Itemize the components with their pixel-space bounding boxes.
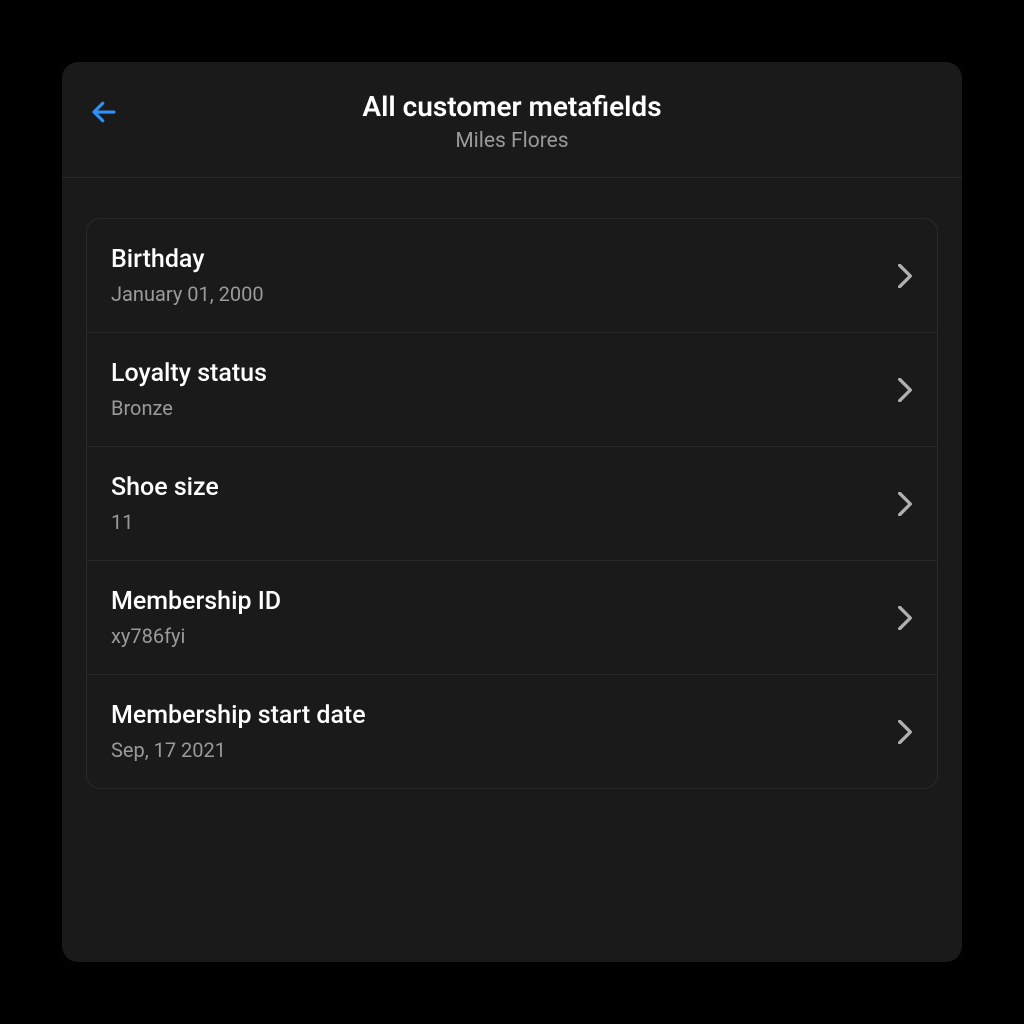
content-area: Birthday January 01, 2000 Loyalty status… [62,178,962,829]
list-item-label: Birthday [111,245,264,274]
header-text: All customer metafields Miles Flores [362,90,661,153]
page-title: All customer metafields [362,90,661,123]
metafield-item-loyalty-status[interactable]: Loyalty status Bronze [87,333,937,447]
list-item-content: Shoe size 11 [111,473,219,534]
list-item-content: Birthday January 01, 2000 [111,245,264,306]
metafield-item-membership-start-date[interactable]: Membership start date Sep, 17 2021 [87,675,937,788]
list-item-value: xy786fyi [111,624,281,648]
metafields-list: Birthday January 01, 2000 Loyalty status… [86,218,938,789]
list-item-content: Membership ID xy786fyi [111,587,281,648]
chevron-right-icon [897,606,913,630]
metafield-item-membership-id[interactable]: Membership ID xy786fyi [87,561,937,675]
metafield-item-shoe-size[interactable]: Shoe size 11 [87,447,937,561]
list-item-value: Bronze [111,396,267,420]
header: All customer metafields Miles Flores [62,62,962,178]
chevron-right-icon [897,492,913,516]
app-container: All customer metafields Miles Flores Bir… [62,62,962,962]
page-subtitle: Miles Flores [362,129,661,153]
list-item-value: January 01, 2000 [111,282,264,306]
chevron-right-icon [897,378,913,402]
list-item-label: Membership ID [111,587,281,616]
chevron-right-icon [897,264,913,288]
list-item-label: Loyalty status [111,359,267,388]
chevron-right-icon [897,720,913,744]
metafield-item-birthday[interactable]: Birthday January 01, 2000 [87,219,937,333]
back-button[interactable] [86,94,122,130]
list-item-label: Shoe size [111,473,219,502]
list-item-content: Loyalty status Bronze [111,359,267,420]
list-item-value: Sep, 17 2021 [111,738,366,762]
list-item-label: Membership start date [111,701,366,730]
arrow-left-icon [89,97,119,127]
list-item-value: 11 [111,510,219,534]
list-item-content: Membership start date Sep, 17 2021 [111,701,366,762]
